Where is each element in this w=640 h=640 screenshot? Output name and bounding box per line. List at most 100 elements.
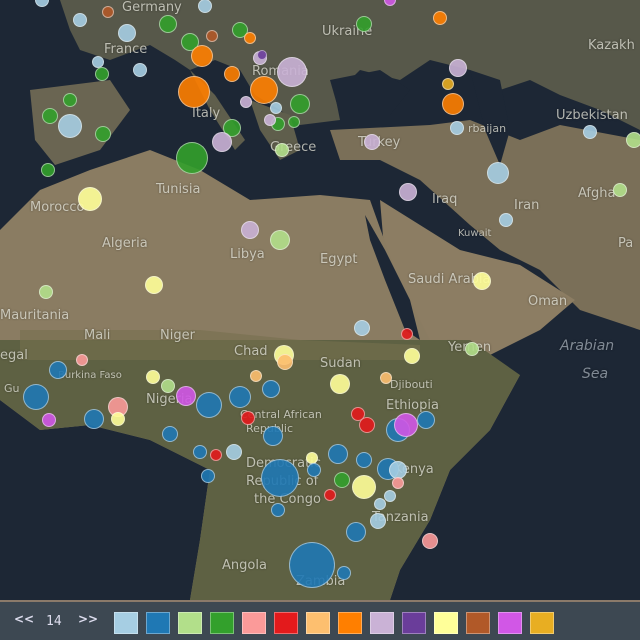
legend-swatch-11[interactable]	[466, 612, 490, 634]
data-bubble[interactable]	[262, 380, 280, 398]
legend-swatch-0[interactable]	[114, 612, 138, 634]
data-bubble[interactable]	[49, 361, 67, 379]
legend-swatch-4[interactable]	[242, 612, 266, 634]
data-bubble[interactable]	[39, 285, 53, 299]
data-bubble[interactable]	[78, 187, 102, 211]
data-bubble[interactable]	[270, 230, 290, 250]
data-bubble[interactable]	[370, 513, 386, 529]
data-bubble[interactable]	[394, 413, 418, 437]
data-bubble[interactable]	[288, 116, 300, 128]
data-bubble[interactable]	[206, 30, 218, 42]
data-bubble[interactable]	[257, 50, 267, 60]
data-bubble[interactable]	[499, 213, 513, 227]
data-bubble[interactable]	[250, 76, 278, 104]
data-bubble[interactable]	[210, 449, 222, 461]
legend-swatch-10[interactable]	[434, 612, 458, 634]
data-bubble[interactable]	[161, 379, 175, 393]
data-bubble[interactable]	[626, 132, 640, 148]
data-bubble[interactable]	[241, 221, 259, 239]
data-bubble[interactable]	[159, 15, 177, 33]
data-bubble[interactable]	[374, 498, 386, 510]
data-bubble[interactable]	[583, 125, 597, 139]
data-bubble[interactable]	[196, 392, 222, 418]
prev-button[interactable]: <<	[14, 612, 34, 626]
data-bubble[interactable]	[264, 114, 276, 126]
data-bubble[interactable]	[76, 354, 88, 366]
data-bubble[interactable]	[487, 162, 509, 184]
legend-swatch-6[interactable]	[306, 612, 330, 634]
data-bubble[interactable]	[330, 374, 350, 394]
data-bubble[interactable]	[334, 472, 350, 488]
data-bubble[interactable]	[277, 57, 307, 87]
data-bubble[interactable]	[442, 78, 454, 90]
data-bubble[interactable]	[392, 477, 404, 489]
data-bubble[interactable]	[118, 24, 136, 42]
legend-swatch-3[interactable]	[210, 612, 234, 634]
data-bubble[interactable]	[328, 444, 348, 464]
data-bubble[interactable]	[289, 542, 335, 588]
data-bubble[interactable]	[84, 409, 104, 429]
data-bubble[interactable]	[270, 102, 282, 114]
data-bubble[interactable]	[178, 76, 210, 108]
data-bubble[interactable]	[271, 503, 285, 517]
data-bubble[interactable]	[399, 183, 417, 201]
map[interactable]: Germany France Ukraine Kazakh Romania It…	[0, 0, 640, 600]
data-bubble[interactable]	[42, 413, 56, 427]
data-bubble[interactable]	[63, 93, 77, 107]
data-bubble[interactable]	[401, 328, 413, 340]
data-bubble[interactable]	[226, 444, 242, 460]
data-bubble[interactable]	[162, 426, 178, 442]
data-bubble[interactable]	[307, 463, 321, 477]
data-bubble[interactable]	[380, 372, 392, 384]
data-bubble[interactable]	[224, 66, 240, 82]
data-bubble[interactable]	[356, 452, 372, 468]
legend-swatch-13[interactable]	[530, 612, 554, 634]
data-bubble[interactable]	[176, 142, 208, 174]
legend-swatch-5[interactable]	[274, 612, 298, 634]
data-bubble[interactable]	[241, 411, 255, 425]
legend-swatch-2[interactable]	[178, 612, 202, 634]
data-bubble[interactable]	[73, 13, 87, 27]
data-bubble[interactable]	[23, 384, 49, 410]
data-bubble[interactable]	[191, 45, 213, 67]
data-bubble[interactable]	[42, 108, 58, 124]
data-bubble[interactable]	[404, 348, 420, 364]
legend-swatch-8[interactable]	[370, 612, 394, 634]
legend-swatch-7[interactable]	[338, 612, 362, 634]
data-bubble[interactable]	[352, 475, 376, 499]
data-bubble[interactable]	[465, 342, 479, 356]
data-bubble[interactable]	[111, 412, 125, 426]
data-bubble[interactable]	[102, 6, 114, 18]
next-button[interactable]: >>	[78, 612, 98, 626]
data-bubble[interactable]	[442, 93, 464, 115]
legend-swatch-12[interactable]	[498, 612, 522, 634]
data-bubble[interactable]	[146, 370, 160, 384]
data-bubble[interactable]	[290, 94, 310, 114]
data-bubble[interactable]	[449, 59, 467, 77]
data-bubble[interactable]	[337, 566, 351, 580]
data-bubble[interactable]	[384, 490, 396, 502]
data-bubble[interactable]	[58, 114, 82, 138]
data-bubble[interactable]	[244, 32, 256, 44]
data-bubble[interactable]	[359, 417, 375, 433]
data-bubble[interactable]	[201, 469, 215, 483]
data-bubble[interactable]	[240, 96, 252, 108]
data-bubble[interactable]	[95, 67, 109, 81]
data-bubble[interactable]	[145, 276, 163, 294]
data-bubble[interactable]	[277, 354, 293, 370]
data-bubble[interactable]	[613, 183, 627, 197]
data-bubble[interactable]	[229, 386, 251, 408]
data-bubble[interactable]	[95, 126, 111, 142]
legend-swatch-9[interactable]	[402, 612, 426, 634]
data-bubble[interactable]	[450, 121, 464, 135]
data-bubble[interactable]	[176, 386, 196, 406]
data-bubble[interactable]	[275, 143, 289, 157]
data-bubble[interactable]	[364, 134, 380, 150]
data-bubble[interactable]	[422, 533, 438, 549]
data-bubble[interactable]	[133, 63, 147, 77]
data-bubble[interactable]	[212, 132, 232, 152]
data-bubble[interactable]	[354, 320, 370, 336]
data-bubble[interactable]	[417, 411, 435, 429]
data-bubble[interactable]	[356, 16, 372, 32]
data-bubble[interactable]	[433, 11, 447, 25]
